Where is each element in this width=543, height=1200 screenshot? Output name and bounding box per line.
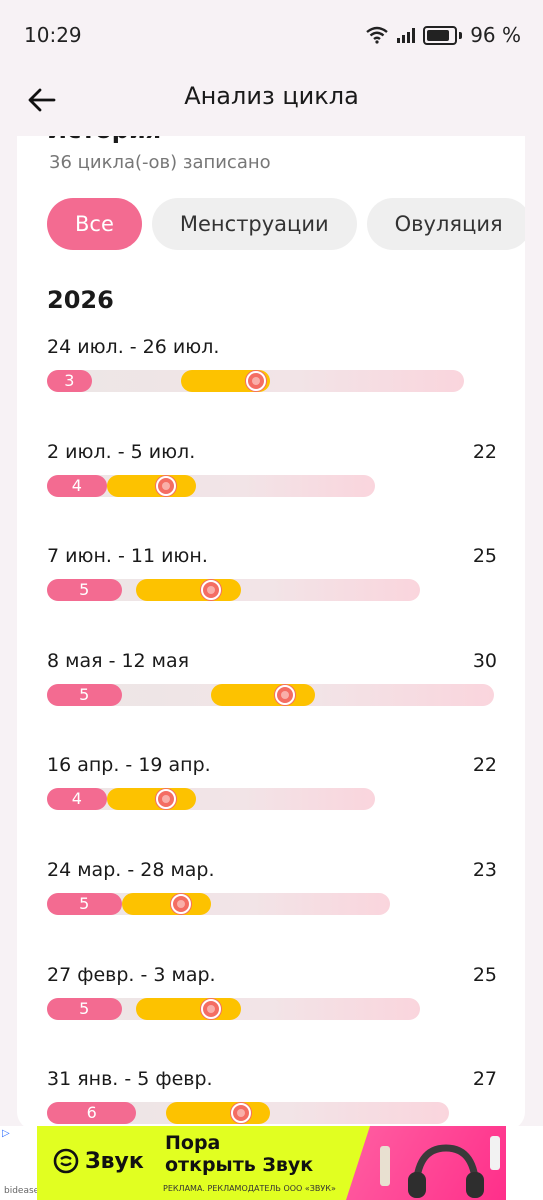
cycle-bar: 4 — [47, 474, 375, 497]
cycle-dates: 24 мар. - 28 мар. — [47, 859, 215, 881]
cycle-bar: 5 — [47, 683, 494, 706]
fertile-window — [106, 788, 196, 811]
period-segment: 4 — [47, 788, 107, 811]
period-segment: 4 — [47, 474, 107, 497]
cycle-dates: 27 февр. - 3 мар. — [47, 963, 216, 986]
cycle-count: 36 цикла(-ов) записано — [49, 152, 271, 173]
ad-logo: Звук — [53, 1148, 144, 1174]
cycle-dates: 24 июл. - 26 июл. — [47, 336, 220, 358]
status-bar: 10:29 96 % — [0, 0, 543, 70]
fertile-window — [121, 893, 211, 915]
cycle-length: 25 — [472, 963, 497, 986]
cycle-length: 30 — [472, 649, 497, 672]
period-segment: 5 — [47, 997, 122, 1020]
ovulation-marker-icon — [171, 894, 192, 914]
ad-creative[interactable]: Звук Пора открыть Звук РЕКЛАМА. РЕКЛАМОД… — [37, 1126, 506, 1200]
cycle-row[interactable]: 7 июн. - 11 июн. 25 5 — [17, 545, 525, 625]
year-heading: 2026 — [47, 286, 114, 314]
fertile-window — [106, 474, 196, 497]
cycle-row[interactable]: 8 мая - 12 мая 30 5 — [17, 650, 525, 730]
ad-brand-name: Звук — [85, 1148, 144, 1174]
headphones-image — [380, 1136, 500, 1198]
fertile-window — [136, 997, 241, 1020]
cycle-dates: 16 апр. - 19 апр. — [47, 754, 211, 777]
cycle-row[interactable]: 16 апр. - 19 апр. 22 4 — [17, 754, 525, 834]
cycle-row[interactable]: 2 июл. - 5 июл. 22 4 — [17, 441, 525, 521]
period-segment: 5 — [47, 579, 122, 602]
cycle-length: 27 — [472, 1068, 497, 1091]
fertile-window — [210, 683, 316, 706]
fertile-window — [136, 579, 241, 602]
period-segment: 5 — [47, 893, 122, 915]
zvuk-logo-icon — [53, 1148, 79, 1174]
cycle-row[interactable]: 27 февр. - 3 мар. 25 5 — [17, 964, 525, 1044]
ovulation-marker-icon — [200, 998, 221, 1019]
cycle-row[interactable]: 31 янв. - 5 февр. 27 6 — [17, 1068, 525, 1130]
ad-headline: Пора открыть Звук — [165, 1132, 313, 1176]
cycle-bar: 3 — [47, 370, 465, 392]
ad-headline-line2: открыть Звук — [165, 1154, 314, 1176]
cycle-bar: 5 — [47, 997, 420, 1020]
fertile-window — [166, 1102, 271, 1125]
app-header: Анализ цикла — [0, 70, 543, 132]
cycle-row[interactable]: 24 мар. - 28 мар. 23 5 — [17, 859, 525, 939]
cycle-dates: 2 июл. - 5 июл. — [47, 440, 196, 463]
ovulation-marker-icon — [230, 1103, 251, 1124]
period-segment: 6 — [47, 1102, 137, 1125]
filter-chips: Все Менструации Овуляция — [47, 198, 525, 250]
ad-choices-icon[interactable]: ▷ — [2, 1128, 10, 1139]
status-time: 10:29 — [24, 23, 82, 47]
battery-tip — [459, 31, 463, 39]
ad-headline-line1: Пора — [165, 1132, 221, 1154]
ovulation-marker-icon — [245, 371, 266, 391]
filter-chip-menstruation[interactable]: Менструации — [151, 198, 357, 250]
ovulation-marker-icon — [156, 475, 177, 496]
ad-network-label: bidease — [4, 1186, 40, 1196]
cycle-length: 23 — [472, 859, 497, 881]
ad-banner[interactable]: ▷ bidease Звук Пора открыть Звук РЕКЛАМА… — [0, 1126, 543, 1200]
filter-chip-all[interactable]: Все — [47, 198, 142, 250]
cycle-length: 25 — [472, 545, 497, 568]
battery-icon — [423, 25, 458, 45]
wifi-icon — [366, 26, 388, 44]
cycle-dates: 31 янв. - 5 февр. — [47, 1068, 213, 1091]
cycle-length: 22 — [472, 754, 497, 777]
filter-chip-ovulation[interactable]: Овуляция — [366, 198, 525, 250]
cellular-signal-icon — [397, 27, 416, 43]
history-card: История 36 цикла(-ов) записано Все Менст… — [17, 110, 525, 1130]
status-icons: 96 % — [365, 23, 521, 47]
cycle-dates: 7 июн. - 11 июн. — [47, 545, 208, 568]
battery-level: 96 % — [470, 23, 521, 47]
cycle-bar: 5 — [47, 893, 390, 915]
ad-product-image — [346, 1126, 506, 1200]
page-title: Анализ цикла — [184, 82, 359, 110]
cycle-dates: 8 мая - 12 мая — [47, 649, 190, 672]
cycle-length: 22 — [472, 440, 497, 463]
ad-legal-text: РЕКЛАМА. РЕКЛАМОДАТЕЛЬ ООО «ЗВУК» — [163, 1184, 336, 1193]
period-segment: 3 — [47, 370, 92, 392]
cycle-bar: 6 — [47, 1102, 450, 1125]
cycle-bar: 4 — [47, 788, 375, 811]
ovulation-marker-icon — [200, 580, 221, 601]
period-segment: 5 — [47, 683, 122, 706]
cycle-row[interactable]: 24 июл. - 26 июл. 3 — [17, 336, 525, 416]
cycle-bar: 5 — [47, 579, 420, 602]
